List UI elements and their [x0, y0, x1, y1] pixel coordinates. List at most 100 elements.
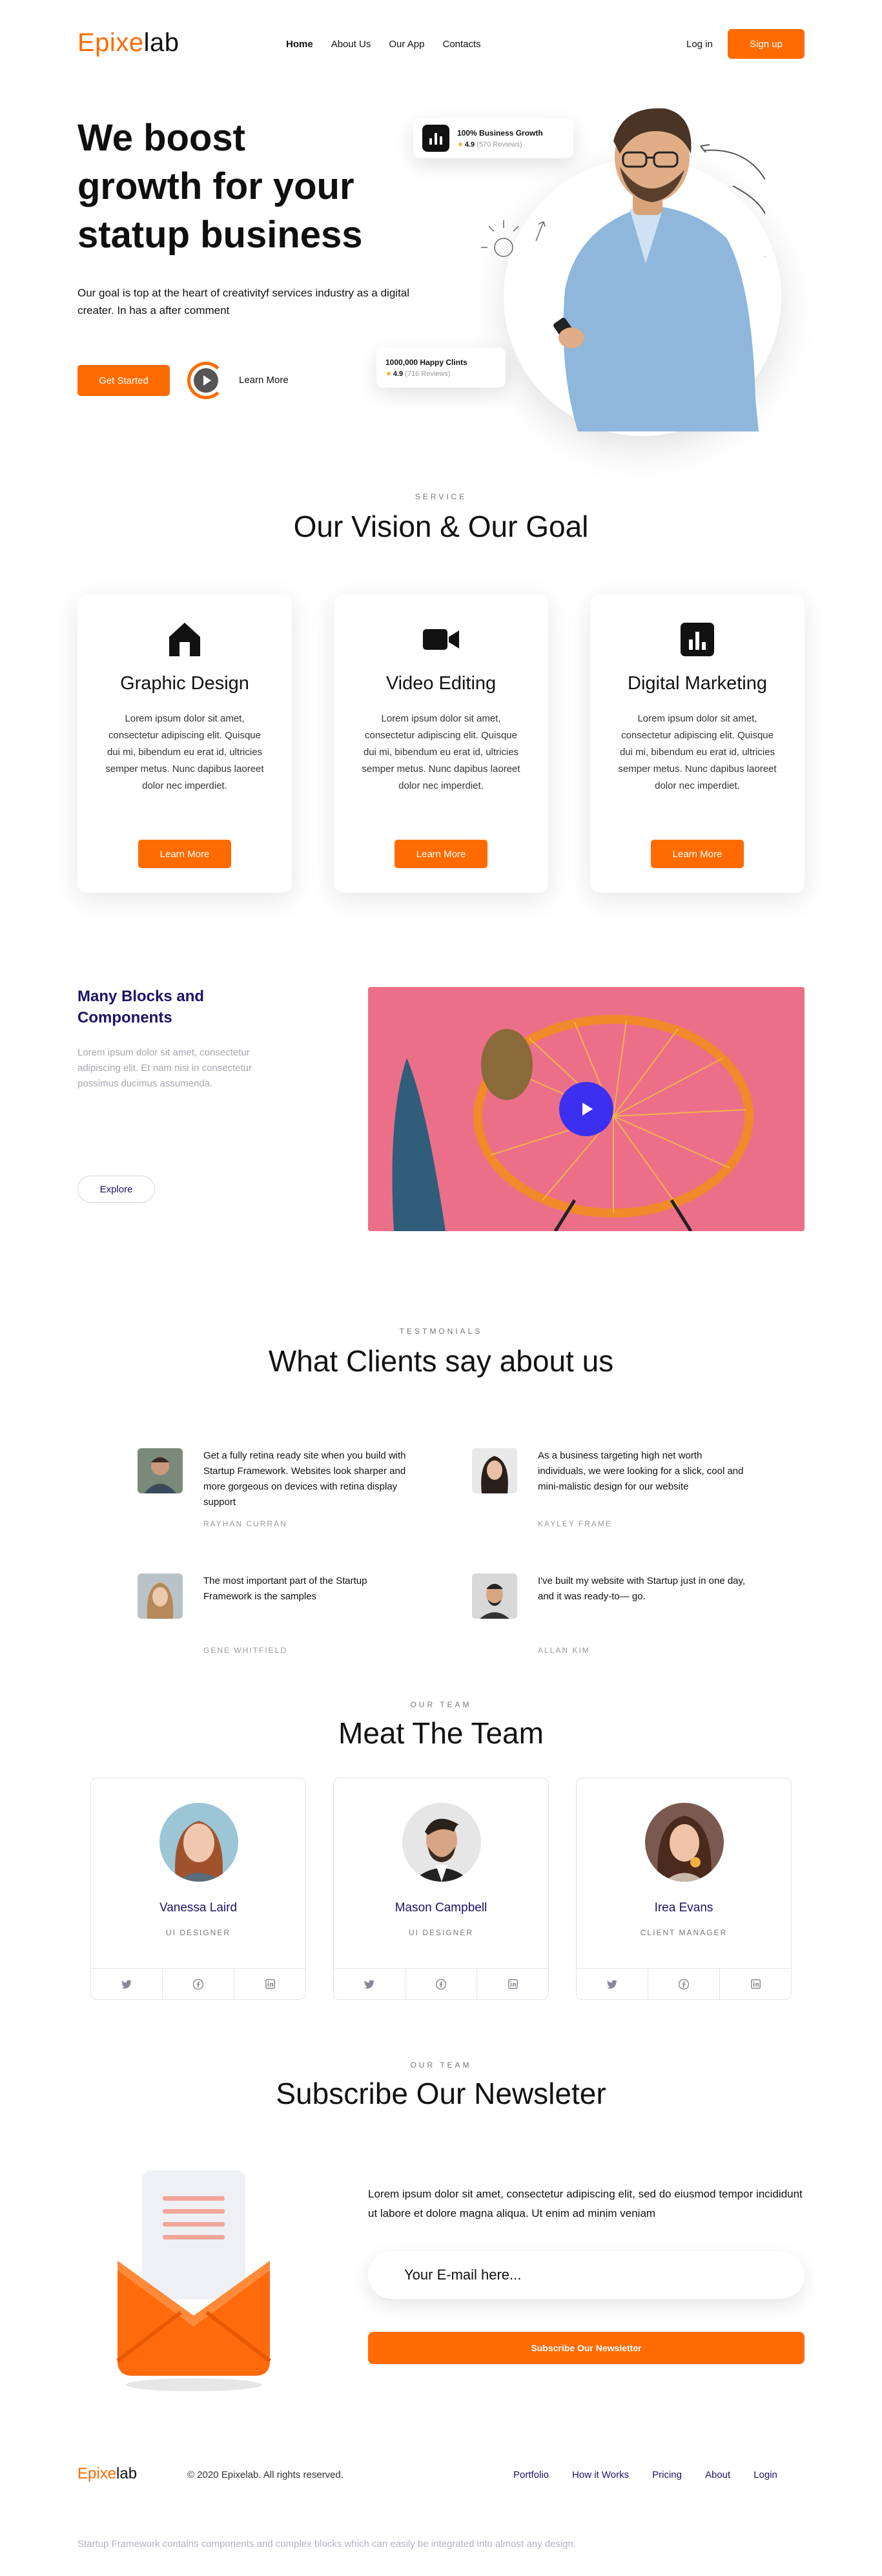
newsletter-title: Subscribe Our Newsleter	[276, 2077, 606, 2110]
play-icon	[194, 368, 218, 393]
facebook-icon[interactable]	[648, 1969, 720, 1999]
bar-chart-icon	[681, 623, 714, 656]
learn-more-button[interactable]: Learn More	[138, 840, 231, 868]
team-card: Irea Evans CLIENT MANAGER	[576, 1778, 792, 2000]
testimonial-text: As a business targeting high net worth i…	[538, 1450, 744, 1492]
footer-link-pricing[interactable]: Pricing	[652, 2469, 682, 2480]
member-name: Mason Campbell	[395, 1901, 487, 1915]
member-role: CLIENT MANAGER	[640, 1928, 728, 1937]
team-eyebrow: OUR TEAM	[410, 1700, 472, 1709]
learn-more-button[interactable]: Learn More	[395, 840, 487, 868]
logo[interactable]: Epixelab	[77, 27, 179, 58]
stat-card-business-growth: 100% Business Growth ★ 4.9 (570 Reviews)	[413, 118, 573, 158]
star-icon: ★	[385, 369, 392, 378]
nav-about-us[interactable]: About Us	[331, 39, 371, 50]
facebook-icon[interactable]	[163, 1969, 234, 1999]
nav-contacts[interactable]: Contacts	[442, 39, 480, 50]
avatar	[138, 1448, 183, 1493]
team-title: Meat The Team	[338, 1716, 544, 1750]
blocks-text: Lorem ipsum dolor sit amet, consectetur …	[77, 1047, 252, 1089]
service-title: Our Vision & Our Goal	[293, 510, 589, 543]
linkedin-icon[interactable]	[720, 1969, 791, 1999]
video-play-button[interactable]	[559, 1082, 613, 1136]
stat-rating: 4.9	[393, 369, 404, 378]
hero-title-line3: statup business	[77, 214, 363, 256]
newsletter-text: Lorem ipsum dolor sit amet, consectetur …	[368, 2188, 803, 2219]
play-video-button[interactable]	[187, 362, 225, 399]
footer-logo[interactable]: Epixelab	[77, 2465, 137, 2483]
hero-subtitle: Our goal is top at the heart of creativi…	[77, 287, 410, 317]
testimonial-author: GENE WHITFIELD	[203, 1646, 288, 1655]
learn-more-link[interactable]: Learn More	[239, 375, 289, 386]
member-role: UI DESIGNER	[408, 1928, 473, 1937]
stat-rating: 4.9	[464, 140, 475, 149]
subscribe-button[interactable]: Subscribe Our Newsletter	[368, 2332, 805, 2364]
explore-button[interactable]: Explore	[77, 1176, 155, 1203]
logo-accent: Epixe	[77, 28, 144, 57]
envelope-icon	[116, 2170, 271, 2391]
video-camera-icon	[423, 629, 459, 650]
logo-text: lab	[143, 28, 179, 57]
avatar	[402, 1803, 481, 1882]
service-title-text: Digital Marketing	[628, 673, 767, 694]
social-links	[577, 1968, 791, 1999]
service-description: Lorem ipsum dolor sit amet, consectetur …	[105, 713, 264, 791]
hero-title-line2: growth for your	[77, 165, 354, 207]
service-card-video-editing: Video Editing Lorem ipsum dolor sit amet…	[334, 594, 548, 893]
bar-chart-icon	[422, 125, 449, 152]
member-name: Vanessa Laird	[159, 1901, 238, 1915]
nav-our-app[interactable]: Our App	[389, 39, 424, 50]
main-nav: Home About Us Our App Contacts	[286, 39, 481, 50]
email-field[interactable]: Your E-mail here...	[368, 2251, 805, 2299]
avatar	[472, 1574, 517, 1619]
avatar	[138, 1574, 183, 1619]
testimonial-author: KAYLEY FRAME	[538, 1519, 612, 1528]
footer-link-portfolio[interactable]: Portfolio	[513, 2469, 549, 2480]
testimonial-text: I've built my website with Startup just …	[538, 1575, 746, 1602]
avatar	[159, 1803, 238, 1882]
team-card: Mason Campbell UI DESIGNER	[333, 1778, 549, 2000]
copyright: © 2020 Epixelab. All rights reserved.	[187, 2469, 344, 2480]
testimonial-text: Get a fully retina ready site when you b…	[203, 1450, 406, 1508]
service-description: Lorem ipsum dolor sit amet, consectetur …	[362, 713, 520, 791]
social-links	[334, 1968, 548, 1999]
facebook-icon[interactable]	[405, 1969, 477, 1999]
get-started-button[interactable]: Get Started	[77, 365, 170, 396]
hero-title-line1: We boost	[77, 117, 245, 159]
member-role: UI DESIGNER	[165, 1928, 231, 1937]
testimonial-text: The most important part of the Startup F…	[203, 1575, 367, 1602]
newsletter-eyebrow: OUR TEAM	[410, 2061, 472, 2070]
video-thumbnail[interactable]	[368, 987, 805, 1231]
stat-reviews: (716 Reviews)	[405, 369, 451, 378]
twitter-icon[interactable]	[91, 1969, 163, 1999]
footer-note: Startup Framework contains components an…	[77, 2539, 577, 2550]
footer-nav: Portfolio How it Works Pricing About Log…	[513, 2469, 777, 2480]
hero-title: We boost growth for your statup business	[77, 114, 439, 259]
footer-link-about[interactable]: About	[705, 2469, 730, 2480]
testimonial-author: ALLAN KIM	[538, 1646, 590, 1655]
footer-logo-accent: Epixe	[77, 2465, 117, 2482]
star-icon: ★	[457, 140, 464, 149]
footer-link-how-it-works[interactable]: How it Works	[572, 2469, 629, 2480]
stat-reviews: (570 Reviews)	[477, 140, 522, 149]
team-card: Vanessa Laird UI DESIGNER	[90, 1778, 306, 2000]
footer-link-login[interactable]: Login	[754, 2469, 777, 2480]
signup-button[interactable]: Sign up	[728, 29, 805, 59]
learn-more-button[interactable]: Learn More	[651, 840, 744, 868]
service-card-graphic-design: Graphic Design Lorem ipsum dolor sit ame…	[77, 594, 292, 893]
linkedin-icon[interactable]	[477, 1969, 548, 1999]
social-links	[91, 1968, 305, 1999]
blocks-title: Many Blocks and Components	[77, 988, 205, 1026]
linkedin-icon[interactable]	[234, 1969, 305, 1999]
member-name: Irea Evans	[654, 1901, 713, 1915]
footer-logo-text: lab	[116, 2465, 138, 2482]
stat-card-happy-clients: 1000,000 Happy Clints ★ 4.9 (716 Reviews)	[376, 348, 506, 388]
nav-home[interactable]: Home	[286, 39, 313, 50]
testimonials-title: What Clients say about us	[268, 1344, 614, 1378]
twitter-icon[interactable]	[577, 1969, 648, 1999]
twitter-icon[interactable]	[334, 1969, 405, 1999]
testimonials-eyebrow: TESTMONIALS	[399, 1327, 483, 1336]
login-link[interactable]: Log in	[686, 39, 713, 50]
stat-title: 100% Business Growth	[457, 128, 543, 138]
service-title-text: Graphic Design	[120, 673, 249, 694]
